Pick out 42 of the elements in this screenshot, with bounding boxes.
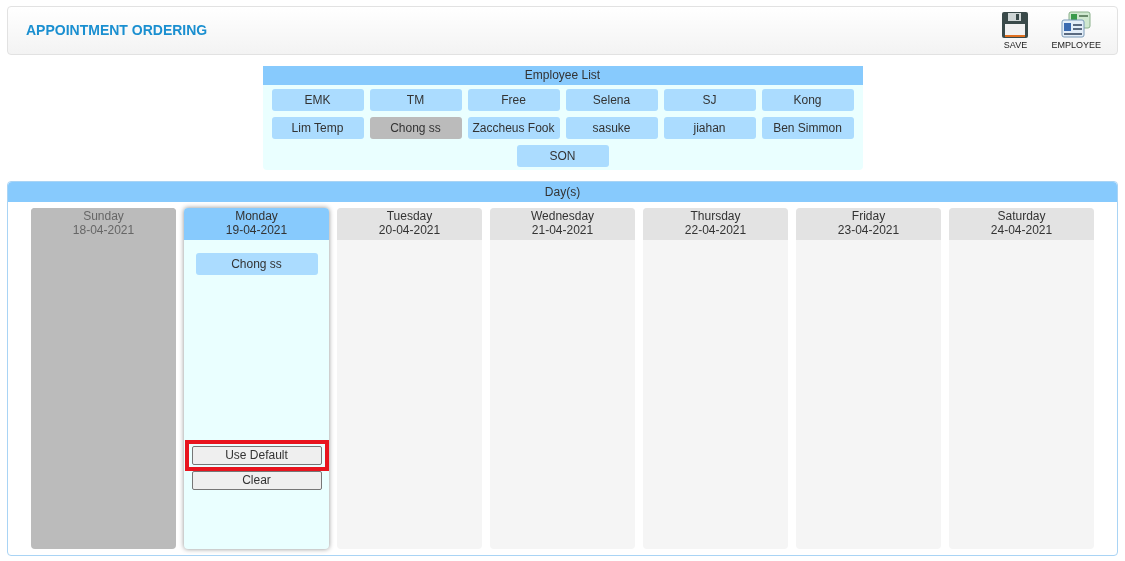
day-date: 22-04-2021 [684,223,747,237]
employee-chip[interactable]: sasuke [565,117,658,139]
panel-header: Day(s) [8,182,1117,202]
day-name: Saturday [997,209,1046,223]
day-date: 24-04-2021 [990,223,1053,237]
action-button[interactable]: Use Default [191,446,322,465]
day-name: Tuesday [386,209,433,223]
employee-chip[interactable]: SJ [663,89,756,111]
employee-chip[interactable]: Ben Simmon [761,117,854,139]
employee-chip[interactable]: jiahan [663,117,756,139]
day-name: Sunday [83,209,124,223]
employee-chip[interactable]: SON [516,145,609,167]
day-date: 21-04-2021 [531,223,594,237]
day-date: 23-04-2021 [837,223,900,237]
day-column[interactable]: Thursday 22-04-2021 [643,208,788,549]
day-column[interactable]: Monday 19-04-2021 Chong ss Use Default Clear [184,208,329,549]
day-date: 18-04-2021 [72,223,135,237]
page-title: APPOINTMENT ORDERING [26,21,208,40]
day-column[interactable]: Friday 23-04-2021 [796,208,941,549]
day-column[interactable]: Saturday 24-04-2021 [949,208,1094,549]
day-name: Monday [235,209,278,223]
employee-chip[interactable]: Chong ss [369,117,462,139]
employee-chip[interactable]: Zaccheus Fook [467,117,560,139]
day-name: Wednesday [530,209,595,223]
save-button[interactable]: SAVE [1001,11,1030,50]
employee-chip[interactable]: EMK [271,89,364,111]
day-date: 20-04-2021 [378,223,441,237]
employee-chip[interactable]: Free [467,89,560,111]
id-cards-icon [1060,11,1093,39]
employee-chip[interactable]: Lim Temp [271,117,364,139]
day-column[interactable]: Tuesday 20-04-2021 [337,208,482,549]
day-date: 19-04-2021 [225,223,288,237]
day-name: Friday [851,209,886,223]
employee-chip[interactable]: TM [369,89,462,111]
action-button[interactable]: Clear [191,471,322,490]
assigned-employee-chip[interactable]: Chong ss [195,253,318,275]
employee-chip[interactable]: Kong [761,89,854,111]
day-column[interactable]: Wednesday 21-04-2021 [490,208,635,549]
employee-chip[interactable]: Selena [565,89,658,111]
panel-header: Employee List [262,66,863,85]
employee-button[interactable]: EMPLOYEE [1051,11,1101,50]
day-name: Thursday [690,209,741,223]
